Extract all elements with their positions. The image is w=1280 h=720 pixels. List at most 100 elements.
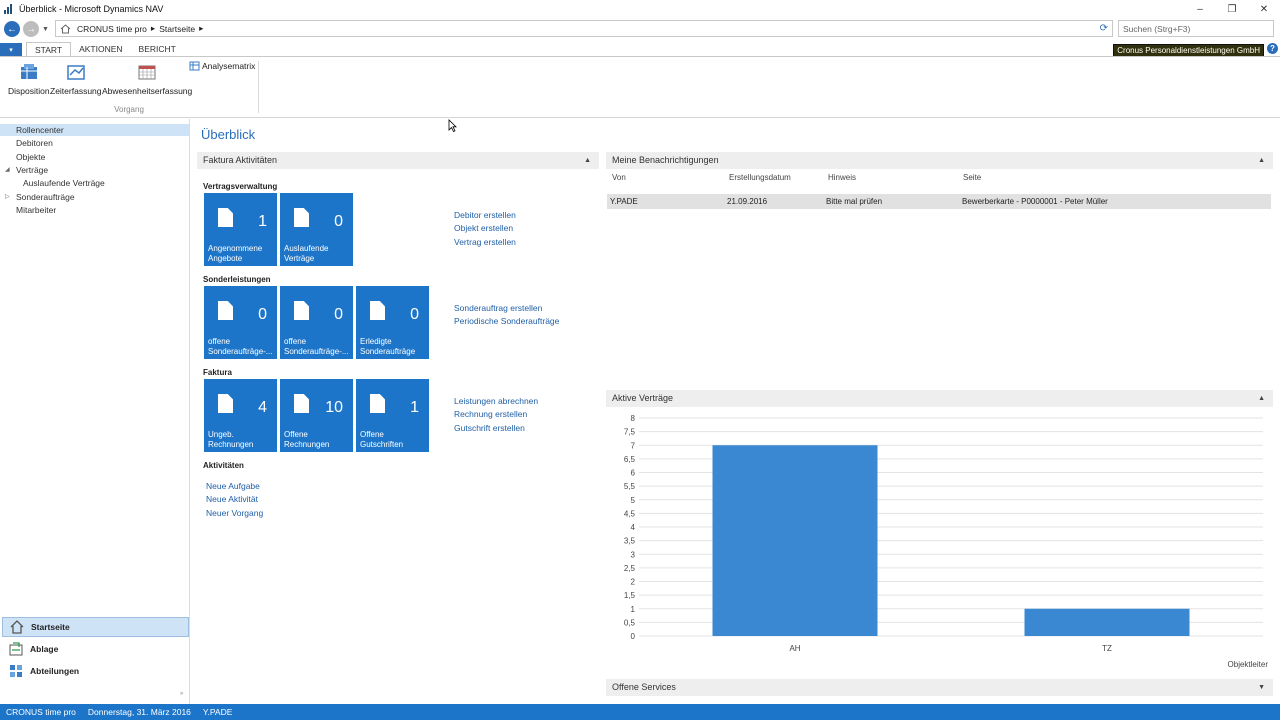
ribbon-group-label: Vorgang (114, 105, 144, 114)
nav-item-mitarbeiter[interactable]: Mitarbeiter (0, 204, 189, 216)
matrix-icon (189, 61, 200, 71)
document-icon (294, 301, 309, 320)
document-icon (218, 394, 233, 413)
nav-item-rollencenter[interactable]: Rollencenter (0, 124, 189, 136)
tile-label: Ungeb. Rechnungen (208, 430, 254, 449)
search-input[interactable]: Suchen (Strg+F3) (1118, 20, 1274, 37)
tile-count: 4 (258, 399, 267, 416)
y-tick-label: 0,5 (624, 618, 636, 627)
chart-bar (712, 445, 878, 636)
section-faktura: Faktura (203, 368, 232, 377)
link-objekt-erstellen[interactable]: Objekt erstellen (454, 223, 513, 233)
documents-icon (294, 394, 309, 413)
breadcrumb-company[interactable]: CRONUS time pro (77, 24, 147, 34)
y-tick-label: 6,5 (624, 455, 636, 464)
expand-icon[interactable]: ▼ (1258, 679, 1265, 696)
nav-startseite-label: Startseite (31, 622, 70, 632)
link-neue-aufgabe[interactable]: Neue Aufgabe (206, 481, 260, 491)
collapse-icon[interactable]: ▲ (584, 152, 591, 169)
status-user: Y.PADE (202, 707, 233, 717)
tile-angenommene-angebote[interactable]: 1 Angenommene Angebote (204, 193, 277, 266)
analysematrix-button[interactable]: Analysematrix (189, 61, 255, 71)
y-tick-label: 1 (631, 605, 636, 614)
nav-expand-icon[interactable]: » (180, 691, 183, 697)
forward-button[interactable]: → (23, 21, 39, 37)
y-tick-label: 1,5 (624, 591, 636, 600)
section-sonderleistungen: Sonderleistungen (203, 275, 271, 284)
nav-item-objekte[interactable]: Objekte (0, 151, 189, 163)
tab-bericht[interactable]: BERICHT (131, 42, 184, 56)
mouse-cursor-icon (448, 119, 457, 132)
nav-startseite[interactable]: Startseite (2, 617, 189, 637)
column-header-erstellungsdatum[interactable]: Erstellungsdatum (729, 173, 791, 182)
breadcrumb-page[interactable]: Startseite (159, 24, 195, 34)
tile-offene-sonderauftraege-2[interactable]: 0 offene Sonderaufträge-... (280, 286, 353, 359)
abwesenheitserfassung-button[interactable]: Abwesenheitserfassung (102, 63, 192, 96)
tile-auslaufende-vertraege[interactable]: 0 Auslaufende Verträge (280, 193, 353, 266)
link-vertrag-erstellen[interactable]: Vertrag erstellen (454, 237, 516, 247)
notifications-panel-header[interactable]: Meine Benachrichtigungen ▲ (606, 152, 1273, 169)
collapsed-triangle-icon[interactable]: ▷ (5, 191, 10, 203)
status-company: CRONUS time pro (6, 707, 76, 717)
tile-count: 1 (410, 399, 419, 416)
link-neuer-vorgang[interactable]: Neuer Vorgang (206, 508, 263, 518)
link-periodische-sonderauftraege[interactable]: Periodische Sonderaufträge (454, 316, 559, 326)
cell-von: Y.PADE (610, 197, 638, 206)
history-dropdown-icon[interactable]: ▼ (42, 26, 49, 33)
maximize-button[interactable]: ❐ (1216, 0, 1248, 18)
tile-label: offene Sonderaufträge-... (284, 337, 349, 356)
expanded-triangle-icon[interactable]: ◢ (5, 164, 10, 176)
home-icon[interactable] (60, 23, 71, 34)
nav-item-vertraege[interactable]: ◢ Verträge (0, 164, 189, 176)
table-row[interactable]: Y.PADE 21.09.2016 Bitte mal prüfen Bewer… (607, 194, 1271, 209)
column-header-seite[interactable]: Seite (963, 173, 981, 182)
minimize-button[interactable]: – (1184, 0, 1216, 18)
services-panel-header[interactable]: Offene Services ▼ (606, 679, 1273, 696)
nav-abteilungen[interactable]: Abteilungen (2, 661, 189, 681)
ribbon-group-divider (258, 61, 259, 113)
ribbon-menu-button[interactable]: ▾ (0, 43, 22, 56)
tab-start[interactable]: START (26, 42, 72, 56)
column-header-hinweis[interactable]: Hinweis (828, 173, 856, 182)
help-icon[interactable]: ? (1267, 43, 1278, 54)
zeiterfassung-button[interactable]: Zeiterfassung (50, 63, 102, 96)
tile-erledigte-sonderauftraege[interactable]: 0 Erledigte Sonderaufträge (356, 286, 429, 359)
nav-ablage[interactable]: Ablage (2, 639, 189, 659)
refresh-icon[interactable]: ⟳ (1100, 23, 1108, 34)
close-button[interactable]: ✕ (1248, 0, 1280, 18)
link-rechnung-erstellen[interactable]: Rechnung erstellen (454, 409, 527, 419)
y-tick-label: 2 (631, 578, 636, 587)
y-tick-label: 6 (631, 469, 636, 478)
column-header-von[interactable]: Von (612, 173, 626, 182)
breadcrumb[interactable]: CRONUS time pro ▸ Startseite ▸ ⟳ (55, 20, 1113, 37)
link-gutschrift-erstellen[interactable]: Gutschrift erstellen (454, 423, 525, 433)
tab-aktionen[interactable]: AKTIONEN (71, 42, 130, 56)
tile-offene-sonderauftraege-1[interactable]: 0 offene Sonderaufträge-... (204, 286, 277, 359)
faktura-panel-header[interactable]: Faktura Aktivitäten ▲ (197, 152, 599, 169)
contracts-panel-header[interactable]: Aktive Verträge ▲ (606, 390, 1273, 407)
link-neue-aktivitaet[interactable]: Neue Aktivität (206, 494, 258, 504)
cell-seite: Bewerberkarte - P0000001 - Peter Müller (962, 197, 1108, 206)
link-sonderauftrag-erstellen[interactable]: Sonderauftrag erstellen (454, 303, 542, 313)
contracts-panel-title: Aktive Verträge (612, 393, 674, 403)
title-bar: Überblick - Microsoft Dynamics NAV – ❐ ✕ (0, 0, 1280, 18)
nav-item-debitoren[interactable]: Debitoren (0, 137, 189, 149)
zeiterfassung-icon (66, 63, 86, 81)
nav-item-sonderauftraege[interactable]: ▷ Sonderaufträge (0, 191, 189, 203)
nav-item-auslaufende-vertraege[interactable]: Auslaufende Verträge (0, 177, 189, 189)
tile-label: Offene Rechnungen (284, 430, 330, 449)
cell-erstellungsdatum: 21.09.2016 (727, 197, 768, 206)
link-debitor-erstellen[interactable]: Debitor erstellen (454, 210, 516, 220)
disposition-button[interactable]: Disposition (8, 63, 50, 96)
back-button[interactable]: ← (4, 21, 20, 37)
link-leistungen-abrechnen[interactable]: Leistungen abrechnen (454, 396, 538, 406)
tile-count: 0 (334, 213, 343, 230)
collapse-icon[interactable]: ▲ (1258, 390, 1265, 407)
window-title: Überblick - Microsoft Dynamics NAV (19, 4, 164, 14)
tile-ungeb-rechnungen[interactable]: 4 Ungeb. Rechnungen (204, 379, 277, 452)
status-bar: CRONUS time pro Donnerstag, 31. März 201… (0, 704, 1280, 720)
x-tick-label: AH (789, 644, 800, 653)
tile-offene-gutschriften[interactable]: 1 Offene Gutschriften (356, 379, 429, 452)
collapse-icon[interactable]: ▲ (1258, 152, 1265, 169)
tile-offene-rechnungen[interactable]: 10 Offene Rechnungen (280, 379, 353, 452)
